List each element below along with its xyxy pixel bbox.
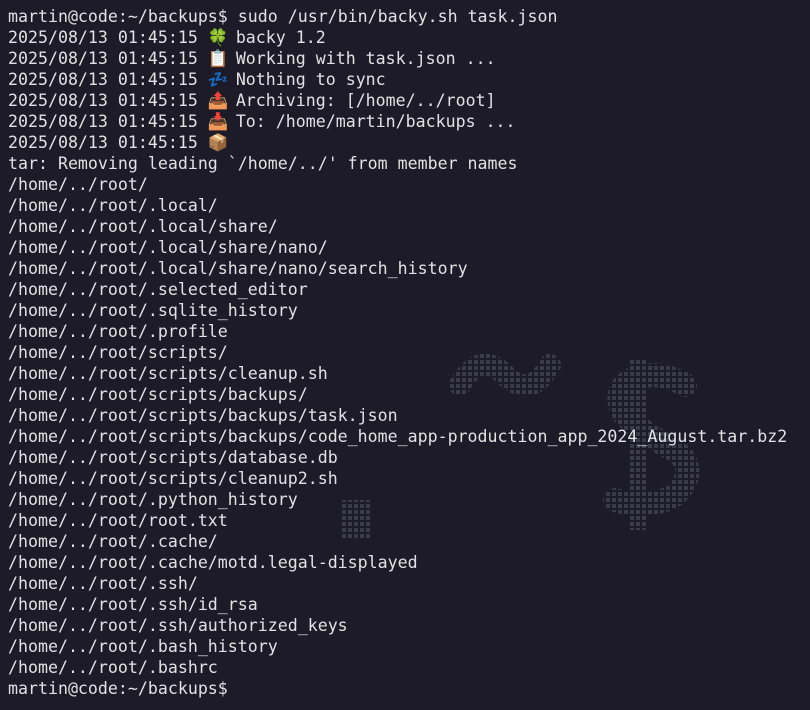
archived-file-path: /home/../root/scripts/cleanup.sh: [8, 364, 328, 383]
log-line: 2025/08/13 01:45:15 💤 Nothing to sync: [8, 69, 810, 90]
clipboard-icon: 📋: [207, 49, 229, 68]
archived-file-path: /home/../root/scripts/backups/code_home_…: [8, 427, 788, 446]
archived-file-path: /home/../root/.cache/motd.legal-displaye…: [8, 553, 418, 572]
archived-file-path: /home/../root/.bash_history: [8, 637, 278, 656]
log-message: Archiving: [/home/../root]: [235, 91, 496, 110]
archived-file-path: /home/../root/scripts/backups/: [8, 385, 308, 404]
terminal-output: martin@code:~/backups$ sudo /usr/bin/bac…: [8, 6, 810, 699]
archived-file-path: /home/../root/.local/: [8, 196, 218, 215]
log-message: To: /home/martin/backups ...: [235, 112, 516, 131]
log-timestamp: 2025/08/13 01:45:15: [8, 133, 208, 152]
clover-icon: 🍀: [207, 28, 229, 47]
archived-file-path: /home/../root/.sqlite_history: [8, 301, 298, 320]
archived-file-path: /home/../root/.cache/: [8, 532, 218, 551]
archived-file-path: /home/../root/scripts/: [8, 343, 228, 362]
final-shell-prompt[interactable]: martin@code:~/backups$: [8, 678, 810, 699]
terminal-window[interactable]: martin@code:~/backups$ sudo /usr/bin/bac…: [0, 0, 810, 710]
inbox-tray-icon: 📥: [207, 112, 229, 131]
log-line: 2025/08/13 01:45:15 📤 Archiving: [/home/.…: [8, 90, 810, 111]
archived-file-path: /home/../root/.local/share/: [8, 217, 278, 236]
outbox-tray-icon: 📤: [207, 91, 229, 110]
shell-prompt: martin@code:~/backups$: [8, 7, 228, 26]
archived-file-path: /home/../root/scripts/cleanup2.sh: [8, 469, 338, 488]
archived-file-path: /home/../root/.ssh/: [8, 574, 198, 593]
log-line: 2025/08/13 01:45:15 📋 Working with task.j…: [8, 48, 810, 69]
log-timestamp: 2025/08/13 01:45:15: [8, 91, 208, 110]
zzz-icon: 💤: [207, 70, 229, 89]
archived-file-path: /home/../root/.ssh/authorized_keys: [8, 616, 348, 635]
archived-file-path: /home/../root/scripts/database.db: [8, 448, 338, 467]
package-icon: 📦: [207, 133, 229, 152]
tar-warning: tar: Removing leading `/home/../' from m…: [8, 154, 518, 173]
archived-file-path: /home/../root/.local/share/nano/search_h…: [8, 259, 468, 278]
archived-file-path: /home/../root/.selected_editor: [8, 280, 308, 299]
archived-file-path: /home/../root/.ssh/id_rsa: [8, 595, 258, 614]
archived-file-path: /home/../root/.bashrc: [8, 658, 218, 677]
archived-file-path: /home/../root/scripts/backups/task.json: [8, 406, 398, 425]
archived-file-path: /home/../root/.python_history: [8, 490, 298, 509]
log-timestamp: 2025/08/13 01:45:15: [8, 28, 208, 47]
log-timestamp: 2025/08/13 01:45:15: [8, 70, 208, 89]
archived-file-path: /home/../root/.profile: [8, 322, 228, 341]
archived-file-path: /home/../root/.local/share/nano/: [8, 238, 328, 257]
archived-file-path: /home/../root/: [8, 175, 148, 194]
log-line: 2025/08/13 01:45:15 📦: [8, 132, 810, 153]
log-line: 2025/08/13 01:45:15 📥 To: /home/martin/ba…: [8, 111, 810, 132]
log-message: Nothing to sync: [235, 70, 386, 89]
archived-file-path: /home/../root/root.txt: [8, 511, 228, 530]
log-message: Working with task.json ...: [235, 49, 496, 68]
log-timestamp: 2025/08/13 01:45:15: [8, 49, 208, 68]
command-line: martin@code:~/backups$ sudo /usr/bin/bac…: [8, 6, 810, 27]
command-text: sudo /usr/bin/backy.sh task.json: [227, 7, 558, 26]
log-line: 2025/08/13 01:45:15 🍀 backy 1.2: [8, 27, 810, 48]
log-timestamp: 2025/08/13 01:45:15: [8, 112, 208, 131]
log-message: backy 1.2: [235, 28, 326, 47]
